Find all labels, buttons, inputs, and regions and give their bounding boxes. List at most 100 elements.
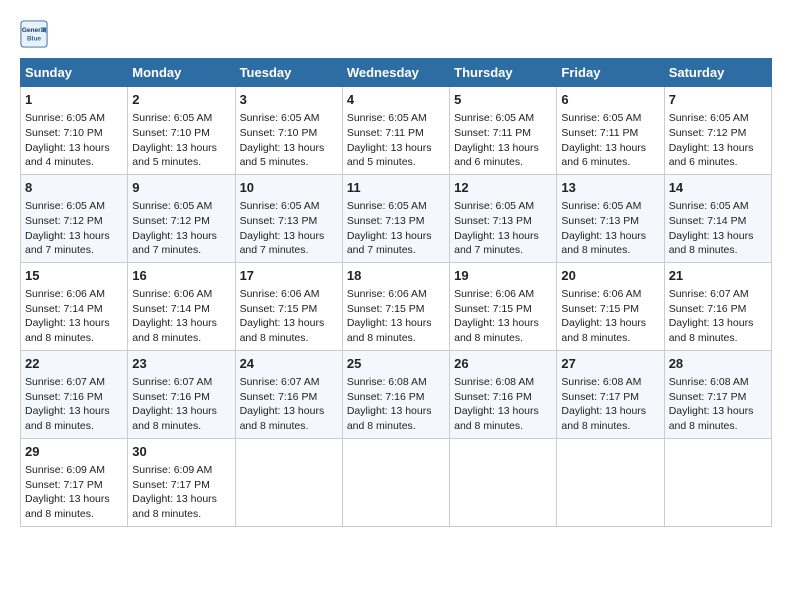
sunset-text: Sunset: 7:15 PM [347, 303, 425, 315]
calendar-week-row-2: 8Sunrise: 6:05 AMSunset: 7:12 PMDaylight… [21, 174, 772, 262]
calendar-cell: 21Sunrise: 6:07 AMSunset: 7:16 PMDayligh… [664, 262, 771, 350]
sunset-text: Sunset: 7:13 PM [347, 215, 425, 227]
col-header-saturday: Saturday [664, 59, 771, 87]
sunrise-text: Sunrise: 6:05 AM [347, 200, 427, 212]
svg-text:Blue: Blue [27, 36, 41, 43]
day-number: 12 [454, 179, 552, 197]
calendar-cell: 5Sunrise: 6:05 AMSunset: 7:11 PMDaylight… [450, 87, 557, 175]
day-number: 13 [561, 179, 659, 197]
daylight-text: Daylight: 13 hours and 7 minutes. [347, 230, 432, 257]
daylight-text: Daylight: 13 hours and 8 minutes. [347, 317, 432, 344]
sunrise-text: Sunrise: 6:05 AM [25, 112, 105, 124]
daylight-text: Daylight: 13 hours and 8 minutes. [347, 405, 432, 432]
sunrise-text: Sunrise: 6:05 AM [561, 200, 641, 212]
sunset-text: Sunset: 7:14 PM [669, 215, 747, 227]
sunset-text: Sunset: 7:16 PM [669, 303, 747, 315]
daylight-text: Daylight: 13 hours and 8 minutes. [25, 405, 110, 432]
sunset-text: Sunset: 7:14 PM [25, 303, 103, 315]
day-number: 18 [347, 267, 445, 285]
day-number: 8 [25, 179, 123, 197]
sunset-text: Sunset: 7:16 PM [240, 391, 318, 403]
calendar-cell: 29Sunrise: 6:09 AMSunset: 7:17 PMDayligh… [21, 438, 128, 526]
daylight-text: Daylight: 13 hours and 7 minutes. [25, 230, 110, 257]
sunrise-text: Sunrise: 6:09 AM [25, 464, 105, 476]
daylight-text: Daylight: 13 hours and 8 minutes. [561, 230, 646, 257]
sunset-text: Sunset: 7:16 PM [347, 391, 425, 403]
calendar-cell: 7Sunrise: 6:05 AMSunset: 7:12 PMDaylight… [664, 87, 771, 175]
day-number: 17 [240, 267, 338, 285]
sunset-text: Sunset: 7:17 PM [132, 479, 210, 491]
day-number: 19 [454, 267, 552, 285]
calendar-cell: 8Sunrise: 6:05 AMSunset: 7:12 PMDaylight… [21, 174, 128, 262]
sunrise-text: Sunrise: 6:08 AM [347, 376, 427, 388]
calendar-cell: 27Sunrise: 6:08 AMSunset: 7:17 PMDayligh… [557, 350, 664, 438]
day-number: 28 [669, 355, 767, 373]
day-number: 6 [561, 91, 659, 109]
sunset-text: Sunset: 7:16 PM [454, 391, 532, 403]
day-number: 7 [669, 91, 767, 109]
sunrise-text: Sunrise: 6:05 AM [132, 112, 212, 124]
sunset-text: Sunset: 7:16 PM [25, 391, 103, 403]
sunrise-text: Sunrise: 6:05 AM [240, 200, 320, 212]
daylight-text: Daylight: 13 hours and 8 minutes. [132, 317, 217, 344]
daylight-text: Daylight: 13 hours and 8 minutes. [240, 405, 325, 432]
day-number: 9 [132, 179, 230, 197]
calendar-cell: 19Sunrise: 6:06 AMSunset: 7:15 PMDayligh… [450, 262, 557, 350]
daylight-text: Daylight: 13 hours and 8 minutes. [132, 405, 217, 432]
calendar-table: SundayMondayTuesdayWednesdayThursdayFrid… [20, 58, 772, 527]
sunrise-text: Sunrise: 6:08 AM [561, 376, 641, 388]
calendar-cell [557, 438, 664, 526]
sunrise-text: Sunrise: 6:05 AM [669, 200, 749, 212]
sunrise-text: Sunrise: 6:05 AM [25, 200, 105, 212]
calendar-cell: 6Sunrise: 6:05 AMSunset: 7:11 PMDaylight… [557, 87, 664, 175]
sunrise-text: Sunrise: 6:05 AM [132, 200, 212, 212]
sunset-text: Sunset: 7:15 PM [454, 303, 532, 315]
calendar-cell: 2Sunrise: 6:05 AMSunset: 7:10 PMDaylight… [128, 87, 235, 175]
daylight-text: Daylight: 13 hours and 8 minutes. [454, 405, 539, 432]
sunset-text: Sunset: 7:11 PM [347, 127, 424, 139]
sunrise-text: Sunrise: 6:06 AM [25, 288, 105, 300]
sunset-text: Sunset: 7:13 PM [240, 215, 318, 227]
calendar-cell [235, 438, 342, 526]
calendar-cell: 4Sunrise: 6:05 AMSunset: 7:11 PMDaylight… [342, 87, 449, 175]
daylight-text: Daylight: 13 hours and 5 minutes. [132, 142, 217, 169]
calendar-cell: 24Sunrise: 6:07 AMSunset: 7:16 PMDayligh… [235, 350, 342, 438]
sunset-text: Sunset: 7:12 PM [669, 127, 747, 139]
calendar-cell [450, 438, 557, 526]
header: General Blue [20, 20, 772, 48]
day-number: 3 [240, 91, 338, 109]
col-header-friday: Friday [557, 59, 664, 87]
sunrise-text: Sunrise: 6:09 AM [132, 464, 212, 476]
sunrise-text: Sunrise: 6:06 AM [561, 288, 641, 300]
day-number: 1 [25, 91, 123, 109]
sunset-text: Sunset: 7:10 PM [132, 127, 210, 139]
logo-icon: General Blue [20, 20, 48, 48]
calendar-header-row: SundayMondayTuesdayWednesdayThursdayFrid… [21, 59, 772, 87]
day-number: 14 [669, 179, 767, 197]
day-number: 26 [454, 355, 552, 373]
calendar-cell: 28Sunrise: 6:08 AMSunset: 7:17 PMDayligh… [664, 350, 771, 438]
sunset-text: Sunset: 7:10 PM [240, 127, 318, 139]
col-header-monday: Monday [128, 59, 235, 87]
day-number: 30 [132, 443, 230, 461]
daylight-text: Daylight: 13 hours and 8 minutes. [669, 230, 754, 257]
daylight-text: Daylight: 13 hours and 6 minutes. [561, 142, 646, 169]
day-number: 22 [25, 355, 123, 373]
sunset-text: Sunset: 7:13 PM [454, 215, 532, 227]
sunrise-text: Sunrise: 6:05 AM [669, 112, 749, 124]
calendar-cell: 1Sunrise: 6:05 AMSunset: 7:10 PMDaylight… [21, 87, 128, 175]
day-number: 4 [347, 91, 445, 109]
sunrise-text: Sunrise: 6:05 AM [454, 200, 534, 212]
daylight-text: Daylight: 13 hours and 8 minutes. [669, 405, 754, 432]
col-header-tuesday: Tuesday [235, 59, 342, 87]
calendar-cell: 22Sunrise: 6:07 AMSunset: 7:16 PMDayligh… [21, 350, 128, 438]
sunrise-text: Sunrise: 6:08 AM [669, 376, 749, 388]
daylight-text: Daylight: 13 hours and 8 minutes. [669, 317, 754, 344]
daylight-text: Daylight: 13 hours and 4 minutes. [25, 142, 110, 169]
day-number: 15 [25, 267, 123, 285]
calendar-week-row-1: 1 Sunrise: 6:05 AM Sunset: 7:10 PM Daylight… [21, 87, 772, 175]
day-number: 27 [561, 355, 659, 373]
sunset-text: Sunset: 7:17 PM [25, 479, 103, 491]
daylight-text: Daylight: 13 hours and 7 minutes. [240, 230, 325, 257]
daylight-text: Daylight: 13 hours and 8 minutes. [454, 317, 539, 344]
